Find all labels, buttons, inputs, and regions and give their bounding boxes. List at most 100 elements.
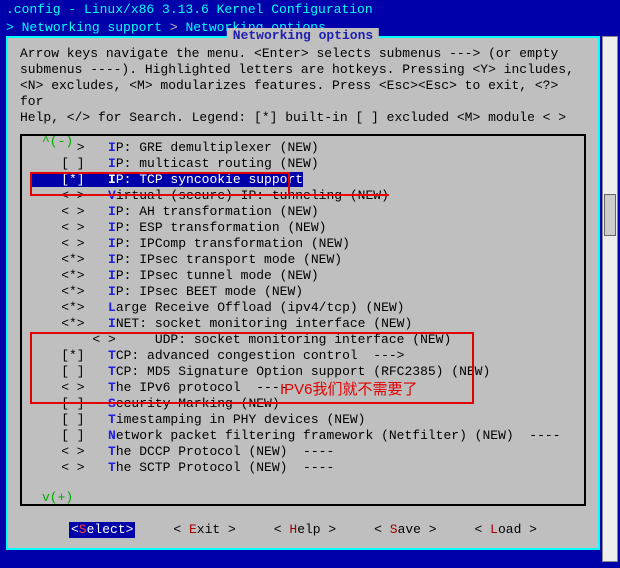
item-selector: [ ] — [30, 156, 108, 171]
item-hotkey: I — [108, 236, 116, 251]
item-label: NET: socket monitoring interface (NEW) — [116, 316, 412, 331]
help-button[interactable]: < Help > — [274, 522, 336, 538]
item-selector: < > — [30, 332, 139, 347]
btn-hk: L — [490, 522, 498, 537]
item-selector: [ ] — [30, 428, 108, 443]
item-selector: [ ] — [30, 364, 108, 379]
menu-item[interactable]: [ ] Security Marking (NEW) — [30, 396, 576, 412]
menu-list[interactable]: < > IP: GRE demultiplexer (NEW) [ ] IP: … — [22, 136, 584, 480]
menu-item[interactable]: < > IP: IPComp transformation (NEW) — [30, 236, 576, 252]
item-label: irtual (secure) IP: tunneling (NEW) — [116, 188, 389, 203]
btn-lt: < — [71, 522, 79, 537]
btn-hk: E — [189, 522, 197, 537]
scrollbar-thumb[interactable] — [604, 194, 616, 236]
menu-item[interactable]: < > The DCCP Protocol (NEW) ---- — [30, 444, 576, 460]
item-hotkey: I — [108, 220, 116, 235]
item-selector: < > — [30, 204, 108, 219]
breadcrumb-prefix: > — [6, 20, 22, 35]
item-selector: < > — [30, 220, 108, 235]
scrollbar[interactable] — [602, 36, 618, 562]
window-title: .config - Linux/x86 3.13.6 Kernel Config… — [0, 0, 620, 20]
item-hotkey: T — [108, 412, 116, 427]
item-hotkey: N — [108, 428, 116, 443]
item-selector: < > — [30, 444, 108, 459]
menu-item[interactable]: < > Virtual (secure) IP: tunneling (NEW) — [30, 188, 576, 204]
menu-item[interactable]: < > IP: GRE demultiplexer (NEW) — [30, 140, 576, 156]
save-button[interactable]: < Save > — [374, 522, 436, 538]
item-hotkey: L — [108, 300, 116, 315]
item-hotkey: T — [108, 364, 116, 379]
menu-item[interactable]: < > The SCTP Protocol (NEW) ---- — [30, 460, 576, 476]
item-hotkey: T — [108, 380, 116, 395]
scroll-down-indicator: v(+) — [40, 490, 75, 506]
item-selector: <*> — [30, 300, 108, 315]
item-hotkey: V — [108, 188, 116, 203]
menu-item[interactable]: [ ] Timestamping in PHY devices (NEW) — [30, 412, 576, 428]
help-line: <N> excludes, <M> modularizes features. … — [20, 78, 586, 110]
item-selector: [ ] — [30, 412, 108, 427]
select-button[interactable]: <Select> — [69, 522, 135, 538]
menu-item[interactable]: <*> IP: IPsec BEET mode (NEW) — [30, 284, 576, 300]
item-selector: <*> — [30, 252, 108, 267]
item-selector: < > — [30, 188, 108, 203]
menu-item[interactable]: < > IP: ESP transformation (NEW) — [30, 220, 576, 236]
help-line: Help, </> for Search. Legend: [*] built-… — [20, 110, 586, 126]
menu-item[interactable]: [*] TCP: advanced congestion control ---… — [30, 348, 576, 364]
item-label: he DCCP Protocol (NEW) ---- — [116, 444, 334, 459]
item-selector: <*> — [30, 268, 108, 283]
item-selector: <*> — [30, 316, 108, 331]
item-label: P: GRE demultiplexer (NEW) — [116, 140, 319, 155]
menu-item[interactable]: < > UDP: socket monitoring interface (NE… — [30, 332, 576, 348]
item-hotkey: I — [108, 204, 116, 219]
item-label: he IPv6 protocol ---- — [116, 380, 288, 395]
item-hotkey: I — [108, 140, 116, 155]
btn-rest: oad — [498, 522, 521, 537]
item-label: P: AH transformation (NEW) — [116, 204, 319, 219]
item-hotkey: I — [108, 284, 116, 299]
item-label: arge Receive Offload (ipv4/tcp) (NEW) — [116, 300, 405, 315]
btn-rest: elect — [87, 522, 126, 537]
item-hotkey: I — [108, 268, 116, 283]
item-selector: [*] — [30, 172, 108, 187]
btn-rest: ave — [398, 522, 421, 537]
item-hotkey: S — [108, 396, 116, 411]
help-line: Arrow keys navigate the menu. <Enter> se… — [20, 46, 586, 62]
item-label: P: IPsec transport mode (NEW) — [116, 252, 342, 267]
btn-rest: xit — [197, 522, 220, 537]
button-bar: <Select> < Exit > < Help > < Save > < Lo… — [20, 522, 586, 538]
help-text: Arrow keys navigate the menu. <Enter> se… — [8, 38, 598, 130]
dialog-frame: Networking options Arrow keys navigate t… — [6, 36, 600, 550]
item-label: imestamping in PHY devices (NEW) — [116, 412, 366, 427]
load-button[interactable]: < Load > — [475, 522, 537, 538]
menu-frame: ^(-) < > IP: GRE demultiplexer (NEW) [ ]… — [20, 134, 586, 506]
item-label: P: IPsec BEET mode (NEW) — [116, 284, 303, 299]
menu-item[interactable]: [ ] IP: multicast routing (NEW) — [30, 156, 576, 172]
btn-hk: S — [79, 522, 87, 537]
item-label: P: multicast routing (NEW) — [116, 156, 319, 171]
item-hotkey: T — [108, 460, 116, 475]
menu-item[interactable]: [ ] Network packet filtering framework (… — [30, 428, 576, 444]
item-label: P: ESP transformation (NEW) — [116, 220, 327, 235]
item-label: CP: advanced congestion control ---> — [116, 348, 405, 363]
item-hotkey: I — [108, 172, 116, 187]
menu-item[interactable]: <*> INET: socket monitoring interface (N… — [30, 316, 576, 332]
item-selector: < > — [30, 236, 108, 251]
menu-item[interactable]: [*] IP: TCP syncookie support — [30, 172, 576, 188]
scroll-up-indicator: ^(-) — [40, 134, 75, 150]
item-hotkey: I — [108, 252, 116, 267]
menu-item[interactable]: <*> Large Receive Offload (ipv4/tcp) (NE… — [30, 300, 576, 316]
item-label: P: IPComp transformation (NEW) — [116, 236, 350, 251]
exit-button[interactable]: < Exit > — [173, 522, 235, 538]
item-label: UDP: socket monitoring interface (NEW) — [139, 332, 451, 347]
menu-item[interactable]: < > IP: AH transformation (NEW) — [30, 204, 576, 220]
item-selector: < > — [30, 380, 108, 395]
menu-item[interactable]: <*> IP: IPsec transport mode (NEW) — [30, 252, 576, 268]
item-label: ecurity Marking (NEW) — [116, 396, 280, 411]
breadcrumb-sep: > — [162, 20, 185, 35]
item-selector: < > — [30, 460, 108, 475]
menu-item[interactable]: <*> IP: IPsec tunnel mode (NEW) — [30, 268, 576, 284]
menu-item[interactable]: [ ] TCP: MD5 Signature Option support (R… — [30, 364, 576, 380]
item-label: P: TCP syncookie support — [116, 172, 303, 187]
help-line: submenus ----). Highlighted letters are … — [20, 62, 586, 78]
btn-hk: S — [390, 522, 398, 537]
